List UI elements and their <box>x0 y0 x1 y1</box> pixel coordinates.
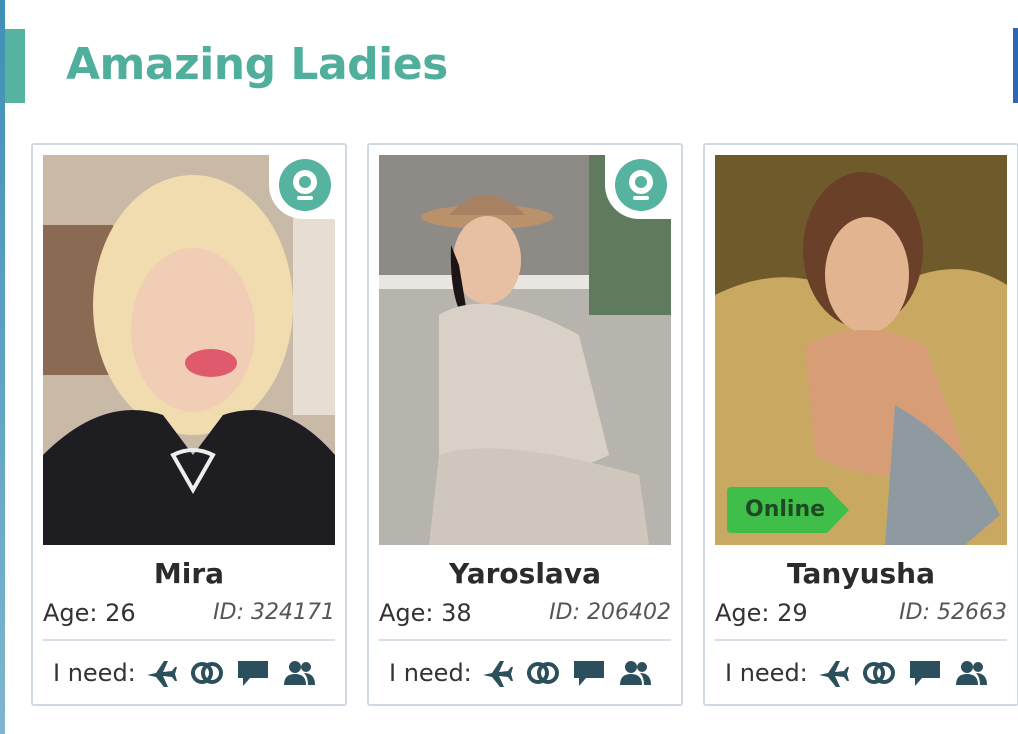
needs-row: I need: <box>389 653 664 693</box>
profile-age: Age: 26 <box>43 599 136 627</box>
online-label: Online <box>745 497 826 522</box>
left-edge-stripe <box>0 0 5 734</box>
needs-label: I need: <box>389 659 472 687</box>
card-divider <box>715 639 1007 641</box>
rings-icon[interactable] <box>526 658 560 688</box>
card-divider <box>43 639 335 641</box>
profile-age: Age: 38 <box>379 599 472 627</box>
friends-icon[interactable] <box>618 658 652 688</box>
profile-photo[interactable] <box>43 155 335 545</box>
title-accent-bar <box>5 29 25 103</box>
profile-card: Mira Age: 26 ID: 324171 I need: <box>31 143 347 706</box>
profile-card: Online Tanyusha Age: 29 ID: 52663 I need… <box>703 143 1018 706</box>
chat-icon[interactable] <box>236 658 270 688</box>
travel-icon[interactable] <box>816 658 850 688</box>
section-title: Amazing Ladies <box>66 39 448 90</box>
online-badge: Online <box>727 487 849 533</box>
profile-id: ID: 206402 <box>549 600 671 625</box>
needs-row: I need: <box>725 653 1000 693</box>
profile-name[interactable]: Tanyusha <box>705 557 1017 591</box>
chat-icon[interactable] <box>572 658 606 688</box>
profile-photo[interactable]: Online <box>715 155 1007 545</box>
needs-label: I need: <box>53 659 136 687</box>
rings-icon[interactable] <box>862 658 896 688</box>
webcam-badge[interactable] <box>269 155 335 219</box>
webcam-icon <box>279 159 331 211</box>
profile-id: ID: 324171 <box>213 600 335 625</box>
chat-icon[interactable] <box>908 658 942 688</box>
friends-icon[interactable] <box>282 658 316 688</box>
right-edge-marker <box>1013 28 1018 103</box>
profile-card: Yaroslava Age: 38 ID: 206402 I need: <box>367 143 683 706</box>
webcam-badge[interactable] <box>605 155 671 219</box>
rings-icon[interactable] <box>190 658 224 688</box>
friends-icon[interactable] <box>954 658 988 688</box>
needs-row: I need: <box>53 653 328 693</box>
profile-photo[interactable] <box>379 155 671 545</box>
profile-age: Age: 29 <box>715 599 808 627</box>
needs-label: I need: <box>725 659 808 687</box>
profile-name[interactable]: Yaroslava <box>369 557 681 591</box>
profile-id: ID: 52663 <box>899 600 1007 625</box>
card-divider <box>379 639 671 641</box>
travel-icon[interactable] <box>480 658 514 688</box>
profile-name[interactable]: Mira <box>33 557 345 591</box>
travel-icon[interactable] <box>144 658 178 688</box>
webcam-icon <box>615 159 667 211</box>
